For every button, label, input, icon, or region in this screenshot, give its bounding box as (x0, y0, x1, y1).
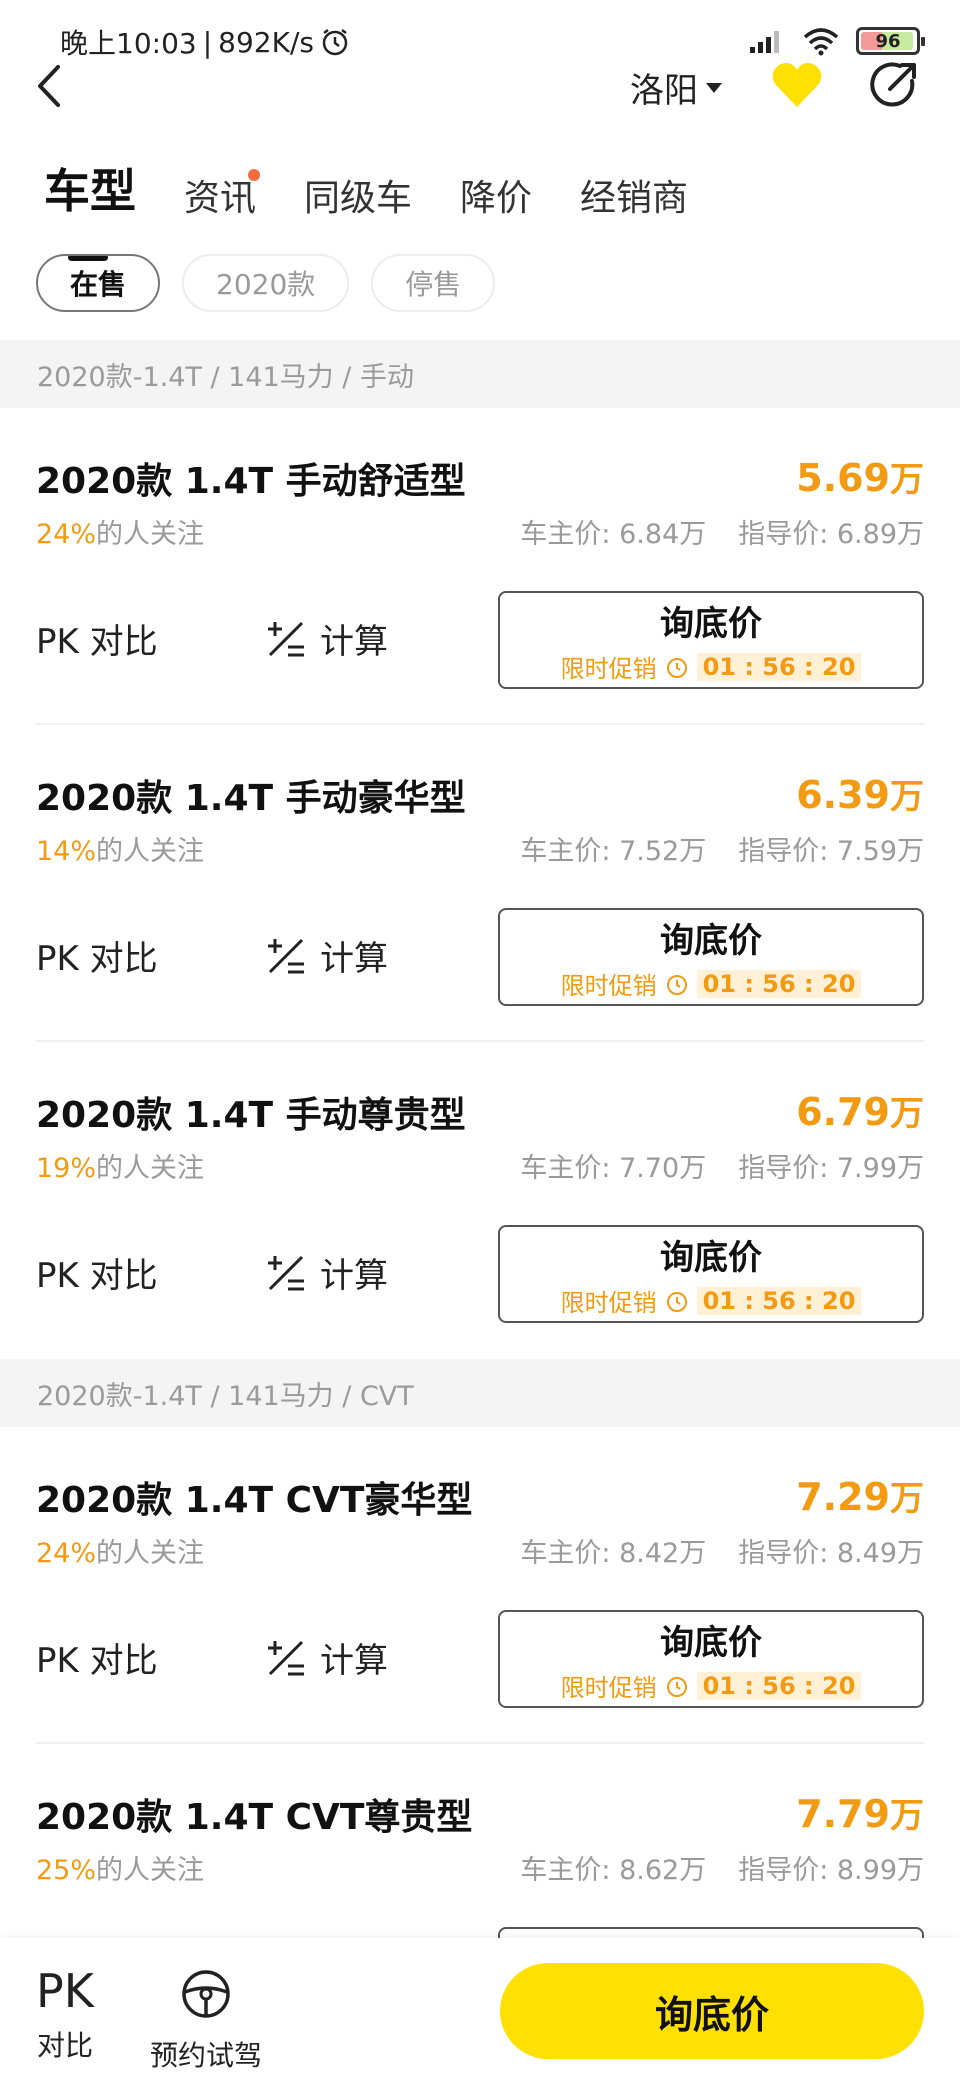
model-name: 2020款 1.4T 手动尊贵型 (36, 1095, 466, 1136)
reference-prices: 车主价: 8.62万 指导价: 8.99万 (520, 1848, 924, 1887)
steering-wheel-icon (182, 1970, 230, 2018)
calculate-button[interactable]: 计算 (264, 931, 388, 980)
wifi-icon (803, 28, 839, 56)
list-item[interactable]: 2020款 1.4T CVT豪华型 7.29万 24%的人关注 车主价: 8.4… (36, 1427, 924, 1744)
calculator-icon (268, 1640, 304, 1675)
promo-countdown: 限时促销 01 : 56 : 20 (561, 966, 862, 1001)
calculate-button[interactable]: 计算 (264, 1248, 388, 1297)
guide-price: 指导价: 6.89万 (738, 519, 924, 550)
bottom-action-bar: PK 对比 预约试驾 询底价 (0, 1938, 960, 2080)
network-speed: 892K/s (218, 25, 314, 59)
alarm-clock-icon (666, 974, 687, 995)
pk-compare-button[interactable]: PK 对比 (36, 1633, 158, 1682)
tab-similar-cars[interactable]: 同级车 (304, 169, 412, 221)
list-item[interactable]: 2020款 1.4T 手动舒适型 5.69万 24%的人关注 车主价: 6.84… (36, 408, 924, 725)
filter-discontinued[interactable]: 停售 (371, 254, 496, 312)
owner-price: 车主价: 8.62万 (520, 1855, 707, 1886)
promo-countdown: 限时促销 01 : 56 : 20 (561, 1283, 862, 1318)
guide-price: 指导价: 8.99万 (738, 1855, 924, 1886)
reference-prices: 车主价: 8.42万 指导价: 8.49万 (520, 1531, 924, 1570)
attention-rate: 24%的人关注 (36, 1538, 205, 1569)
owner-price: 车主价: 7.52万 (520, 836, 707, 867)
tab-bar: 车型 资讯 同级车 降价 经销商 (44, 155, 688, 261)
dealer-price: 6.79万 (796, 1090, 924, 1134)
compare-label: 对比 (36, 2029, 93, 2062)
promo-countdown: 限时促销 01 : 56 : 20 (561, 1668, 862, 1703)
pk-label: PK (36, 1964, 94, 2018)
tab-models[interactable]: 车型 (44, 155, 136, 261)
city-label: 洛阳 (630, 71, 698, 111)
promo-countdown: 限时促销 01 : 56 : 20 (561, 649, 862, 684)
alarm-clock-icon (666, 1291, 687, 1312)
model-name: 2020款 1.4T 手动舒适型 (36, 461, 466, 502)
pk-compare-button[interactable]: PK 对比 (36, 1248, 158, 1297)
dealer-price: 7.29万 (796, 1475, 924, 1519)
pk-compare-button[interactable]: PK 对比 (36, 614, 158, 663)
calculator-icon (268, 1255, 304, 1290)
calculator-icon (268, 621, 304, 656)
alarm-clock-icon (666, 657, 687, 678)
tab-dealers[interactable]: 经销商 (580, 169, 688, 221)
inquire-price-button[interactable]: 询底价 限时促销 01 : 56 : 20 (498, 908, 924, 1006)
status-right: 96 (748, 26, 925, 56)
owner-price: 车主价: 7.70万 (520, 1153, 707, 1184)
inquire-price-button[interactable]: 询底价 限时促销 01 : 56 : 20 (498, 591, 924, 689)
guide-price: 指导价: 7.59万 (738, 836, 924, 867)
battery-level: 96 (875, 30, 901, 52)
filter-2020[interactable]: 2020款 (182, 254, 350, 312)
reference-prices: 车主价: 7.52万 指导价: 7.59万 (520, 829, 924, 868)
favorite-heart-icon[interactable] (770, 61, 824, 111)
attention-rate: 19%的人关注 (36, 1153, 205, 1184)
group-header: 2020款-1.4T / 141马力 / CVT (0, 1359, 960, 1427)
test-drive-button[interactable]: 预约试驾 (146, 1968, 266, 2074)
signal-icon (750, 31, 779, 53)
guide-price: 指导价: 7.99万 (738, 1153, 924, 1184)
attention-rate: 24%的人关注 (36, 519, 205, 550)
model-name: 2020款 1.4T CVT尊贵型 (36, 1797, 473, 1838)
inquire-price-button[interactable]: 询底价 限时促销 01 : 56 : 20 (498, 1225, 924, 1323)
filter-chips: 在售 2020款 停售 (36, 254, 496, 312)
caret-down-icon (706, 82, 722, 93)
owner-price: 车主价: 6.84万 (520, 519, 707, 550)
model-name: 2020款 1.4T 手动豪华型 (36, 778, 466, 819)
alarm-clock-icon (666, 1676, 687, 1697)
inquire-price-button[interactable]: 询底价 限时促销 01 : 56 : 20 (498, 1610, 924, 1708)
alarm-icon (322, 29, 348, 56)
group-header: 2020款-1.4T / 141马力 / 手动 (0, 340, 960, 408)
dealer-price: 6.39万 (796, 773, 924, 817)
top-nav: 洛阳 (0, 55, 960, 115)
pk-compare-tab[interactable]: PK 对比 (36, 1966, 94, 2064)
back-arrow-icon[interactable] (30, 61, 70, 111)
city-selector[interactable]: 洛阳 (630, 63, 722, 112)
owner-price: 车主价: 8.42万 (520, 1538, 707, 1569)
reference-prices: 车主价: 7.70万 指导价: 7.99万 (520, 1146, 924, 1185)
new-badge-dot (248, 169, 261, 181)
battery-icon: 96 (856, 27, 925, 55)
tab-price-drop[interactable]: 降价 (460, 169, 532, 221)
tab-news[interactable]: 资讯 (184, 169, 261, 221)
share-icon[interactable] (868, 59, 920, 111)
attention-rate: 25%的人关注 (36, 1855, 205, 1886)
calculator-icon (268, 938, 304, 973)
test-drive-label: 预约试驾 (149, 2039, 262, 2072)
pk-compare-button[interactable]: PK 对比 (36, 931, 158, 980)
dealer-price: 5.69万 (796, 456, 924, 500)
filter-on-sale[interactable]: 在售 (36, 254, 161, 312)
calculate-button[interactable]: 计算 (264, 1633, 388, 1682)
list-item[interactable]: 2020款 1.4T 手动豪华型 6.39万 14%的人关注 车主价: 7.52… (36, 725, 924, 1042)
list-item[interactable]: 2020款 1.4T 手动尊贵型 6.79万 19%的人关注 车主价: 7.70… (36, 1042, 924, 1359)
guide-price: 指导价: 8.49万 (738, 1538, 924, 1569)
inquire-price-cta[interactable]: 询底价 (500, 1963, 924, 2059)
calculate-button[interactable]: 计算 (264, 614, 388, 663)
model-name: 2020款 1.4T CVT豪华型 (36, 1480, 473, 1521)
reference-prices: 车主价: 6.84万 指导价: 6.89万 (520, 512, 924, 551)
attention-rate: 14%的人关注 (36, 836, 205, 867)
dealer-price: 7.79万 (796, 1792, 924, 1836)
model-list: 2020款-1.4T / 141马力 / 手动 2020款 1.4T 手动舒适型… (0, 340, 960, 2061)
